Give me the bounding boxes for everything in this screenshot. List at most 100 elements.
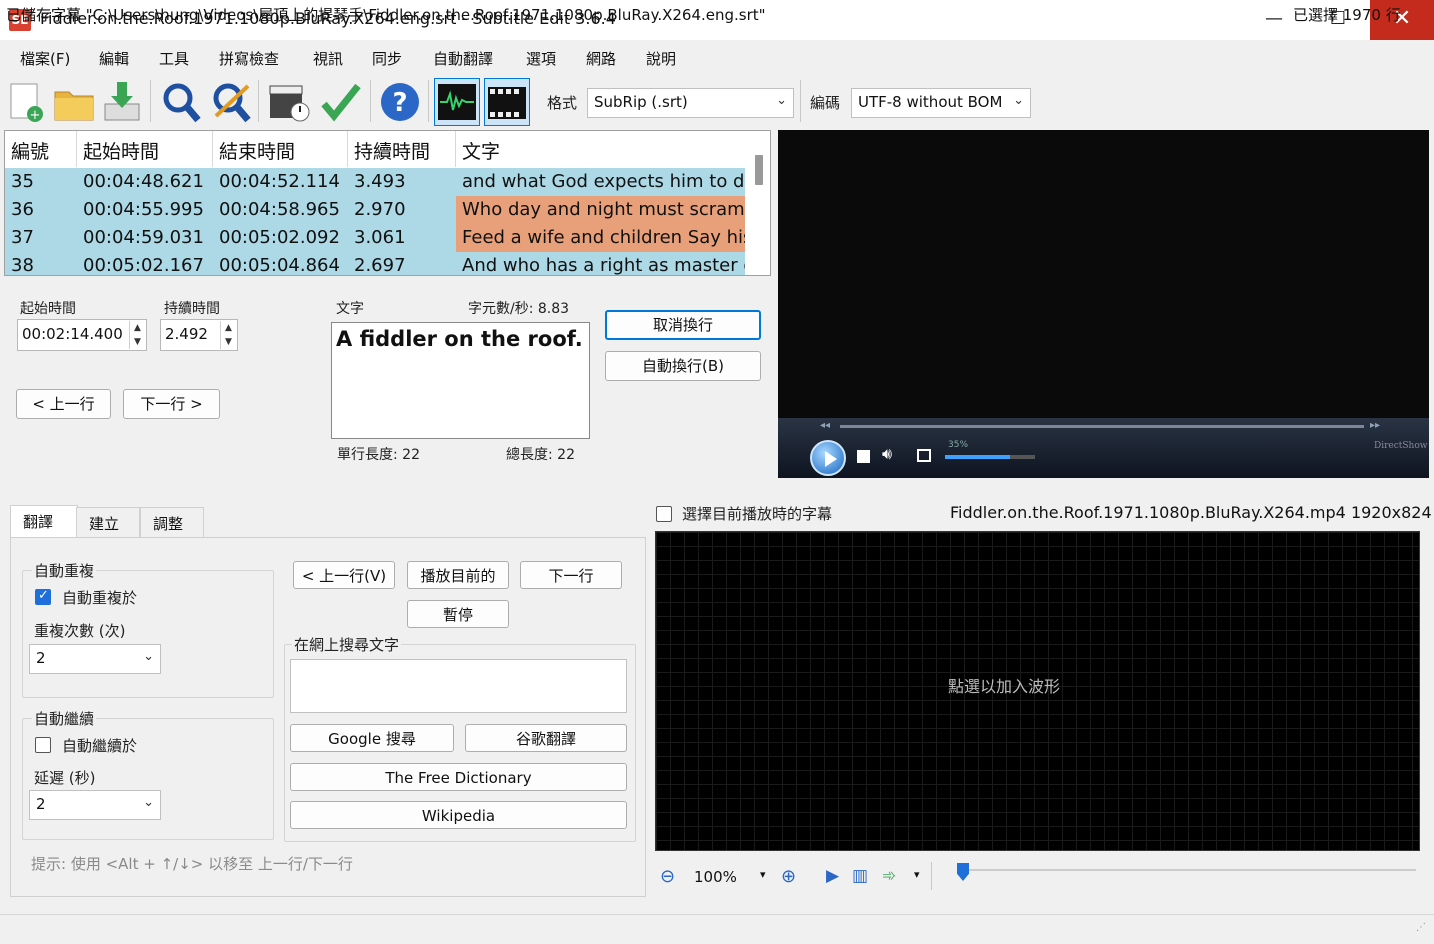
column-header-end[interactable]: 結束時間 xyxy=(213,131,348,167)
stop-icon[interactable] xyxy=(857,450,870,463)
pause-button[interactable]: 暫停 xyxy=(407,600,509,628)
list-scrollbar[interactable] xyxy=(755,155,763,185)
menu-options[interactable]: 選項 xyxy=(526,48,556,69)
chevron-down-icon: ⌄ xyxy=(143,795,154,810)
encoding-select[interactable]: UTF-8 without BOM ⌄ xyxy=(851,88,1031,118)
renderer-label: DirectShow xyxy=(1374,441,1428,451)
auto-repeat-checkbox[interactable] xyxy=(35,588,51,605)
next-line-button[interactable]: 下一行 > xyxy=(123,389,220,419)
play-icon[interactable]: ▶ xyxy=(826,866,839,886)
google-search-button[interactable]: Google 搜尋 xyxy=(290,724,454,752)
help-icon[interactable]: ? xyxy=(377,78,423,126)
duration-input[interactable]: 2.492 ▲ ▼ xyxy=(160,319,238,351)
table-row[interactable]: 35 00:04:48.621 00:04:52.114 3.493 and w… xyxy=(5,168,745,196)
menu-help[interactable]: 說明 xyxy=(646,48,676,69)
waveform-position-thumb[interactable] xyxy=(957,863,969,881)
waveform-position-track[interactable] xyxy=(962,869,1416,871)
cell-text: and what God expects him to do. xyxy=(456,168,745,196)
save-download-icon[interactable] xyxy=(99,78,145,126)
encoding-value: UTF-8 without BOM xyxy=(858,93,1003,111)
column-header-duration[interactable]: 持續時間 xyxy=(348,131,456,167)
menu-sync[interactable]: 同步 xyxy=(372,48,402,69)
chevron-down-icon[interactable]: ▾ xyxy=(760,868,766,881)
table-row[interactable]: 36 00:04:55.995 00:04:58.965 2.970 Who d… xyxy=(5,196,745,224)
cell-number: 35 xyxy=(5,168,77,196)
chevron-down-icon: ⌄ xyxy=(143,649,154,664)
auto-repeat-label: 自動重複於 xyxy=(62,589,138,607)
chevron-down-icon[interactable]: ▾ xyxy=(914,868,920,881)
tab-adjust[interactable]: 調整 xyxy=(140,507,204,538)
delay-select[interactable]: 2 ⌄ xyxy=(29,790,161,820)
cell-duration: 2.970 xyxy=(348,196,456,224)
select-current-subtitle-checkbox[interactable] xyxy=(656,506,672,522)
fullscreen-icon[interactable] xyxy=(917,449,931,462)
volume-icon[interactable]: 🔊︎ xyxy=(882,444,892,464)
start-time-input[interactable]: 00:02:14.400 ▲ ▼ xyxy=(17,319,147,351)
toolbar-separator xyxy=(931,862,932,890)
web-search-input[interactable] xyxy=(290,659,627,713)
column-header-number[interactable]: 編號 xyxy=(5,131,77,167)
tab-create[interactable]: 建立 xyxy=(76,507,140,538)
google-translate-button[interactable]: 谷歌翻譯 xyxy=(465,724,627,752)
duration-value: 2.492 xyxy=(165,325,208,343)
find-icon[interactable] xyxy=(158,78,204,126)
free-dictionary-button[interactable]: The Free Dictionary xyxy=(290,763,627,791)
auto-break-button[interactable]: 自動換行(B) xyxy=(605,351,761,381)
visual-sync-icon[interactable] xyxy=(266,78,312,126)
waveform-toggle-icon[interactable] xyxy=(434,78,480,126)
play-current-button[interactable]: 播放目前的 xyxy=(407,561,509,589)
prev-line-button[interactable]: < 上一行 xyxy=(16,389,111,419)
menu-tools[interactable]: 工具 xyxy=(159,48,189,69)
waveform-placeholder: 點選以加入波形 xyxy=(948,677,1061,696)
menu-edit[interactable]: 編輯 xyxy=(99,48,129,69)
cell-start: 00:04:59.031 xyxy=(77,224,213,252)
zoom-in-icon[interactable]: ⊕ xyxy=(781,866,796,887)
wikipedia-button[interactable]: Wikipedia xyxy=(290,801,627,829)
menu-video[interactable]: 視訊 xyxy=(313,48,343,69)
split-icon[interactable]: ▥ xyxy=(852,866,868,886)
chevron-down-icon: ⌄ xyxy=(776,93,787,108)
open-folder-icon[interactable] xyxy=(51,78,97,126)
column-header-text[interactable]: 文字 xyxy=(456,131,756,167)
menu-spellcheck[interactable]: 拼寫檢查 xyxy=(219,48,279,69)
cell-number: 37 xyxy=(5,224,77,252)
spinner-icon[interactable]: ▲ ▼ xyxy=(129,321,145,349)
format-select[interactable]: SubRip (.srt) ⌄ xyxy=(587,88,794,118)
menu-auto-translate[interactable]: 自動翻譯 xyxy=(433,48,493,69)
tab-translate[interactable]: 翻譯 xyxy=(10,505,78,538)
toolbar: + ? 格式 SubRip (.srt) ⌄ 編碼 UTF-8 without … xyxy=(0,74,1434,130)
status-bar xyxy=(0,914,1434,944)
menu-network[interactable]: 網路 xyxy=(586,48,616,69)
subtitle-list[interactable]: 編號 起始時間 結束時間 持續時間 文字 35 00:04:48.621 00:… xyxy=(4,130,771,276)
forward-arrows-icon[interactable]: ➾ xyxy=(882,866,896,886)
cell-start: 00:04:48.621 xyxy=(77,168,213,196)
new-file-icon[interactable]: + xyxy=(3,78,49,126)
next-line-button-2[interactable]: 下一行 xyxy=(520,561,622,589)
subtitle-text-editor[interactable]: A fiddler on the roof. xyxy=(331,322,590,439)
column-header-start[interactable]: 起始時間 xyxy=(77,131,213,167)
cell-duration: 3.493 xyxy=(348,168,456,196)
video-seek-bar[interactable] xyxy=(840,425,1364,428)
play-button[interactable] xyxy=(810,440,846,476)
menu-file[interactable]: 檔案(F) xyxy=(20,48,70,69)
cell-duration: 3.061 xyxy=(348,224,456,252)
resize-grip-icon[interactable]: ⋰ xyxy=(1416,922,1426,933)
table-row[interactable]: 38 00:05:02.167 00:05:04.864 2.697 And w… xyxy=(5,252,745,275)
zoom-out-icon[interactable]: ⊖ xyxy=(660,866,675,887)
unbreak-button[interactable]: 取消換行 xyxy=(605,310,761,340)
single-line-length: 單行長度: 22 xyxy=(337,447,420,463)
spell-check-icon[interactable] xyxy=(318,78,364,126)
fast-forward-icon[interactable]: ▸▸ xyxy=(1370,420,1380,431)
repeat-count-select[interactable]: 2 ⌄ xyxy=(29,644,161,674)
spinner-icon[interactable]: ▲ ▼ xyxy=(220,321,236,349)
rewind-icon[interactable]: ◂◂ xyxy=(820,420,830,431)
zoom-value[interactable]: 100% xyxy=(694,868,737,886)
cell-start: 00:04:55.995 xyxy=(77,196,213,224)
video-toggle-icon[interactable] xyxy=(484,78,530,126)
replace-icon[interactable] xyxy=(208,78,254,126)
prev-line-v-button[interactable]: < 上一行(V) xyxy=(293,561,395,589)
cell-start: 00:05:02.167 xyxy=(77,252,213,275)
auto-continue-checkbox[interactable] xyxy=(35,737,51,753)
volume-level xyxy=(945,455,1010,459)
table-row[interactable]: 37 00:04:59.031 00:05:02.092 3.061 Feed … xyxy=(5,224,745,252)
